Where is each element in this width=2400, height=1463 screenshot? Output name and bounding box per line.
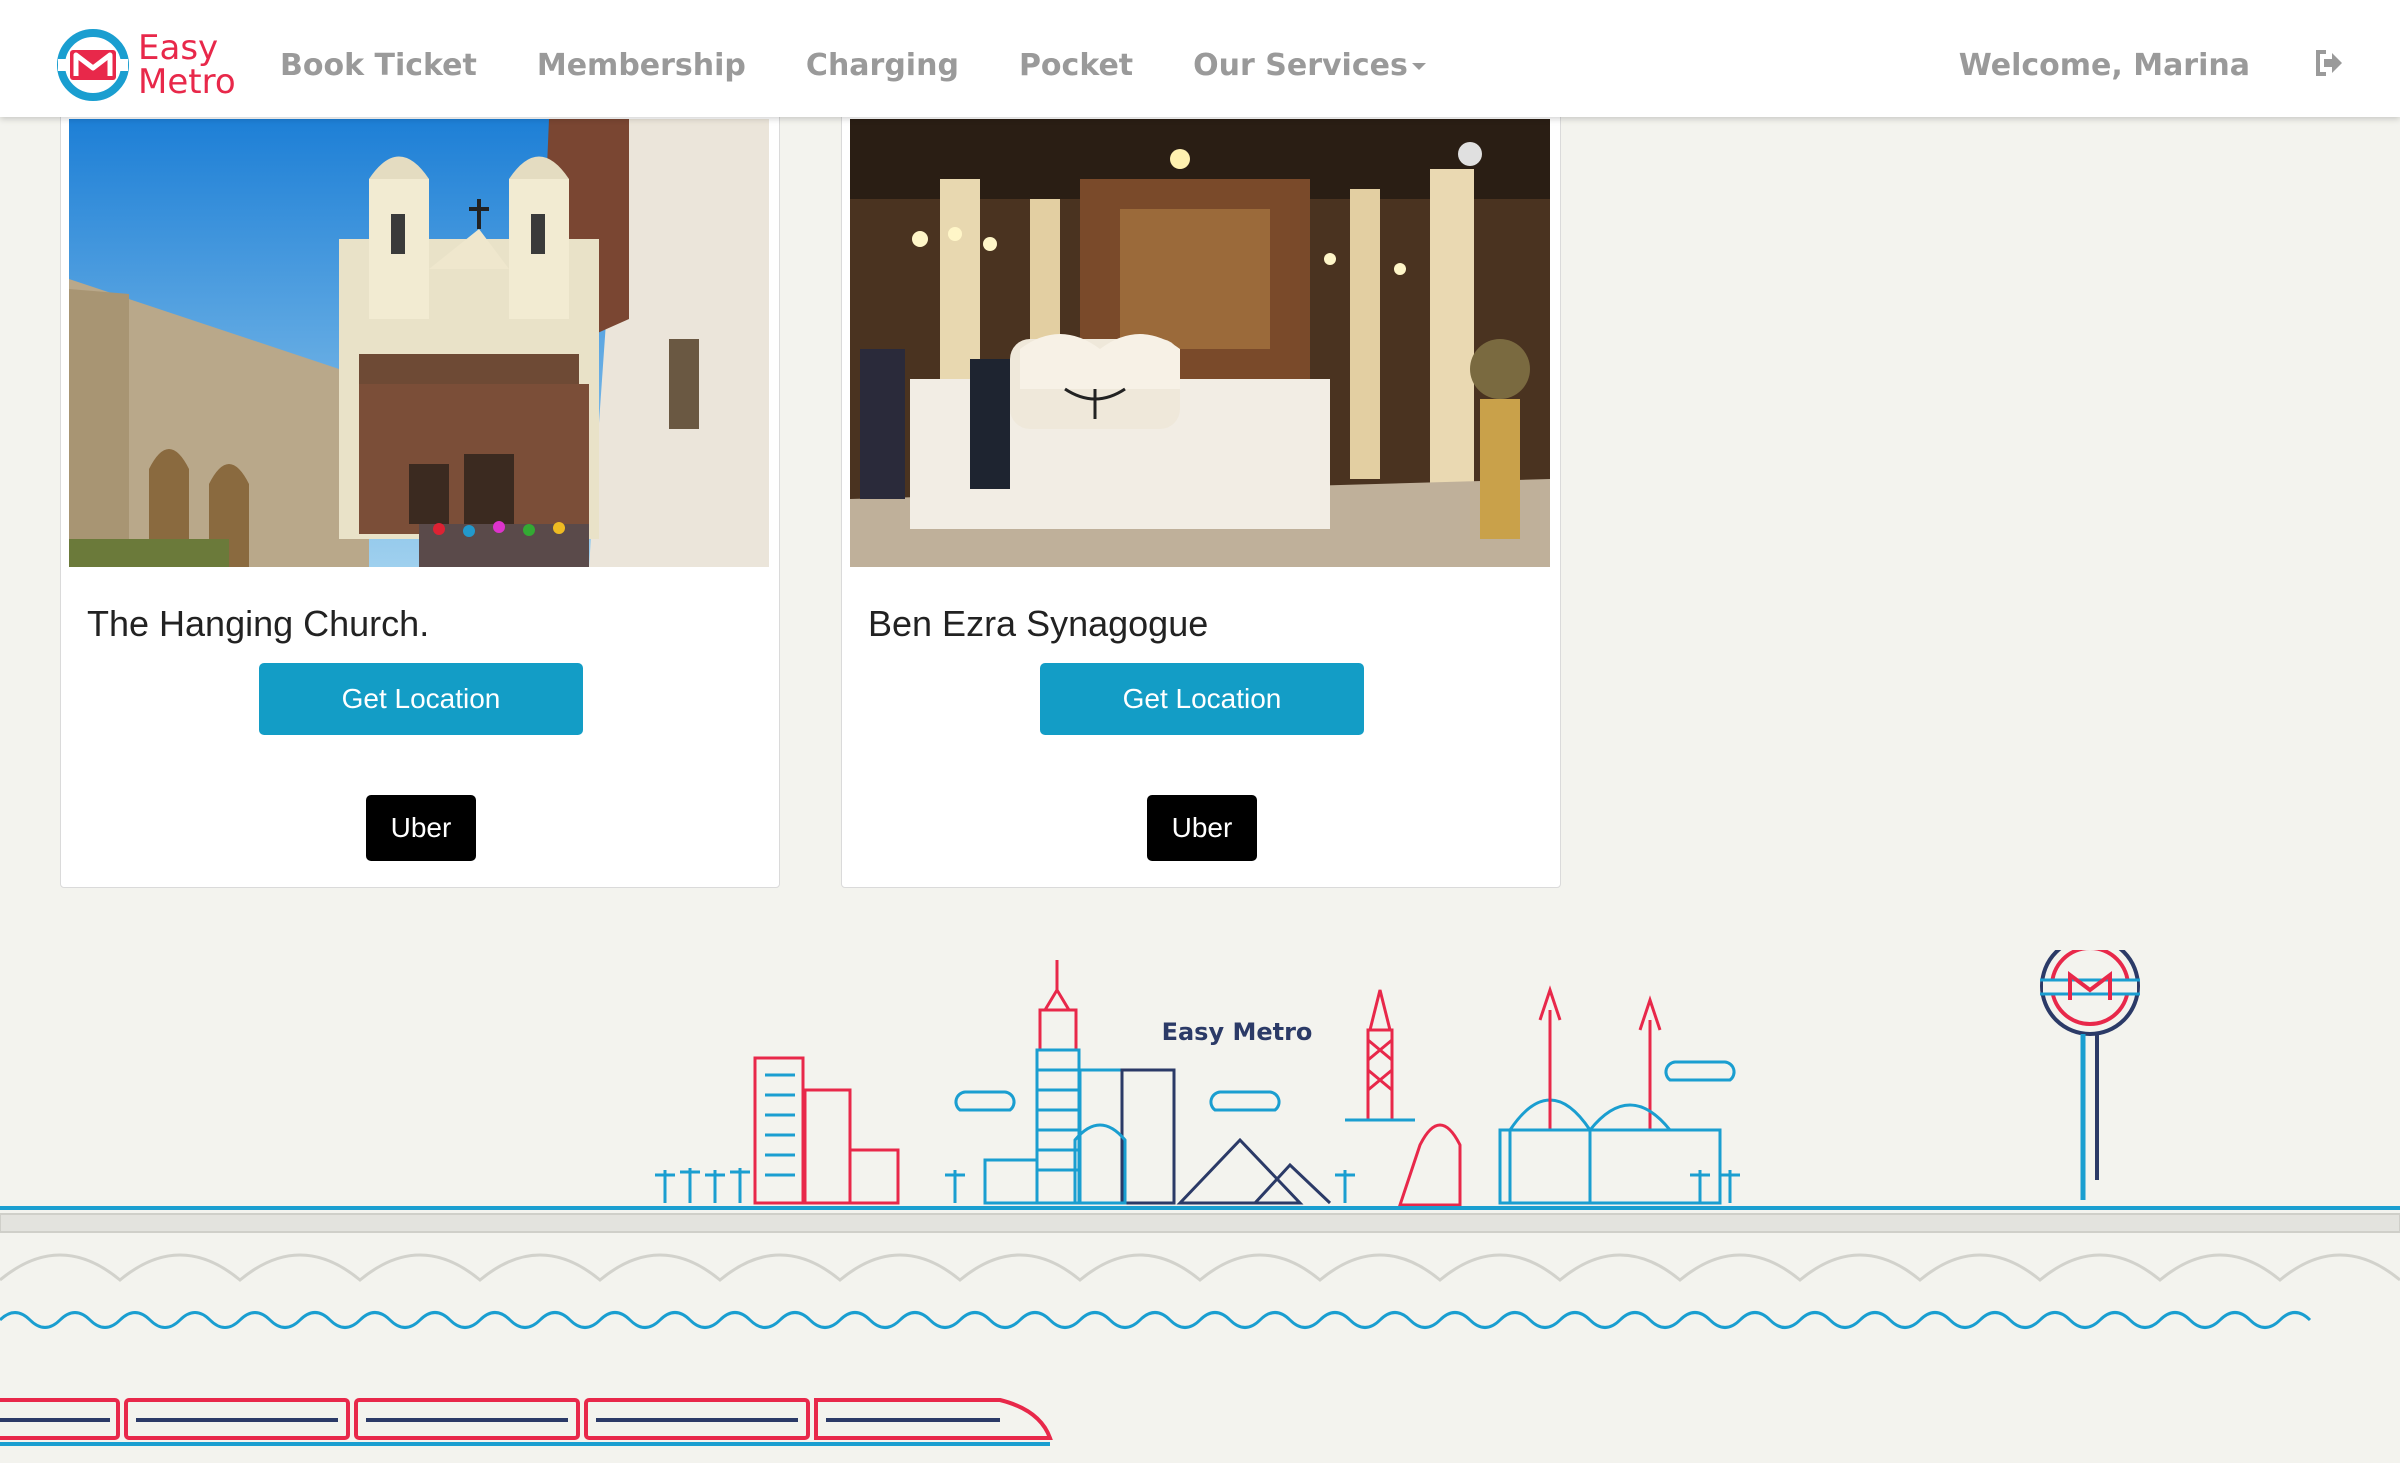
main-nav: Book Ticket Membership Charging Pocket O… [280,0,1486,130]
hanging-church-photo [69,119,769,567]
ben-ezra-synagogue-photo [850,119,1550,567]
caret-down-icon [1411,62,1426,70]
nav-our-services-dropdown[interactable]: Our Services [1193,48,1426,83]
top-navbar: Easy Metro Book Ticket Membership Chargi… [0,0,2400,117]
place-card-hanging-church: The Hanging Church. Get Location Uber [60,60,780,888]
nav-pocket[interactable]: Pocket [1019,48,1133,83]
metro-train-icon [0,1398,1053,1446]
uber-button[interactable]: Uber [366,795,476,861]
welcome-user-text[interactable]: Welcome, Marina [1959,0,2250,130]
place-card-ben-ezra-synagogue: Ben Ezra Synagogue Get Location Uber [841,60,1561,888]
nav-our-services-label: Our Services [1193,47,1408,83]
brand-logo-link[interactable]: Easy Metro [56,26,236,104]
sign-out-icon[interactable] [2314,48,2344,78]
skyline-label: Easy Metro [1162,1018,1313,1046]
footer-cityscape-illustration: Easy Metro [0,936,2400,1458]
nav-book-ticket[interactable]: Book Ticket [280,48,477,83]
uber-button[interactable]: Uber [1147,795,1257,861]
place-title: The Hanging Church. [87,603,430,644]
brand-line-2: Metro [138,62,236,102]
get-location-button[interactable]: Get Location [1040,663,1364,735]
metro-sign-icon [2040,936,2140,1200]
get-location-button[interactable]: Get Location [259,663,583,735]
nav-charging[interactable]: Charging [806,48,959,83]
brand-line-1: Easy [138,28,219,68]
nav-membership[interactable]: Membership [537,48,746,83]
metro-logo-icon [57,29,129,101]
place-title: Ben Ezra Synagogue [868,603,1209,644]
